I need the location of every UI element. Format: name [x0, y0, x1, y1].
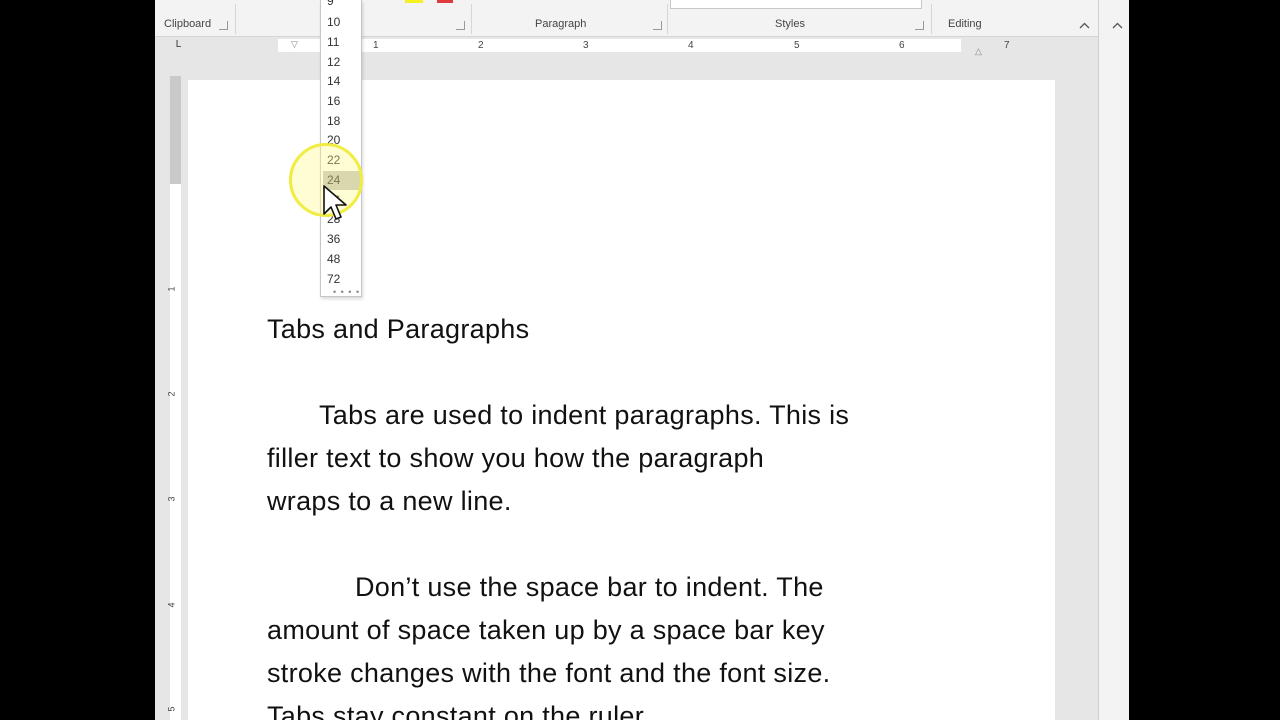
clipboard-launcher-icon[interactable] — [219, 21, 228, 30]
first-line-indent-marker[interactable]: ▽ — [291, 39, 298, 50]
tab-selector-icon[interactable]: L — [173, 39, 184, 50]
paragraph-launcher-icon[interactable] — [653, 21, 662, 30]
mouse-pointer-icon — [323, 185, 347, 220]
window-right-edge — [1098, 0, 1129, 720]
font-size-option[interactable]: 14 — [323, 72, 361, 91]
font-launcher-icon[interactable] — [456, 21, 465, 30]
vertical-ruler-number: 3 — [166, 496, 177, 502]
ribbon: Clipboard Paragraph Styles Editing — [155, 0, 1098, 37]
font-color-swatch[interactable] — [437, 0, 453, 3]
font-size-option[interactable]: 36 — [323, 230, 361, 249]
ruler-number: 2 — [478, 40, 484, 51]
ruler-number: 1 — [373, 40, 379, 51]
dropdown-resize-grip[interactable]: • • • • — [333, 287, 360, 297]
group-separator — [235, 4, 236, 34]
styles-gallery[interactable] — [670, 0, 922, 9]
paragraph-1-line-3[interactable]: wraps to a new line. — [267, 480, 512, 523]
text-highlight-color-swatch[interactable] — [405, 0, 423, 3]
collapse-ribbon-icon[interactable] — [1079, 18, 1090, 32]
vertical-ruler-number: 2 — [166, 391, 177, 397]
ruler-number: 4 — [688, 40, 694, 51]
font-size-option[interactable]: 10 — [323, 13, 361, 32]
horizontal-ruler[interactable]: L ▽ △ 1 2 3 4 5 6 7 — [173, 37, 1053, 56]
clipboard-group-label: Clipboard — [164, 18, 212, 30]
right-indent-marker[interactable]: △ — [975, 46, 982, 57]
group-separator — [471, 4, 472, 34]
styles-group-label: Styles — [775, 18, 805, 30]
font-size-option[interactable]: 48 — [323, 250, 361, 269]
ruler-number: 3 — [583, 40, 589, 51]
paragraph-2-line-4[interactable]: Tabs stay constant on the ruler. — [267, 695, 650, 720]
document-heading[interactable]: Tabs and Paragraphs — [267, 314, 529, 345]
ruler-number: 6 — [899, 40, 905, 51]
ruler-number: 5 — [794, 40, 800, 51]
paragraph-1-line-1[interactable]: Tabs are used to indent paragraphs. This… — [267, 394, 849, 437]
group-separator — [931, 4, 932, 34]
ruler-text-area — [278, 39, 961, 52]
paragraph-text: Don’t use the space bar to indent. The — [355, 572, 824, 602]
vertical-ruler-margin — [170, 76, 181, 184]
ruler-number: 7 — [1004, 40, 1010, 51]
vertical-ruler-number: 1 — [166, 286, 177, 292]
vertical-ruler[interactable]: 1 2 3 4 5 — [167, 76, 184, 720]
font-size-option[interactable]: 16 — [323, 92, 361, 111]
paragraph-2-line-2[interactable]: amount of space taken up by a space bar … — [267, 609, 825, 652]
font-size-option[interactable]: 12 — [323, 53, 361, 72]
ribbon-scroll-up-icon[interactable] — [1112, 20, 1123, 32]
font-size-option[interactable]: 18 — [323, 112, 361, 131]
font-size-option[interactable]: 11 — [323, 33, 361, 52]
vertical-ruler-number: 5 — [166, 706, 177, 712]
styles-launcher-icon[interactable] — [915, 21, 924, 30]
paragraph-1-line-2[interactable]: filler text to show you how the paragrap… — [267, 437, 764, 480]
vertical-ruler-number: 4 — [166, 602, 177, 608]
paragraph-text: Tabs are used to indent paragraphs. This… — [319, 400, 850, 430]
paragraph-2-line-1[interactable]: Don’t use the space bar to indent. The — [267, 566, 824, 609]
group-separator — [667, 4, 668, 34]
font-size-option[interactable]: 9 — [323, 0, 361, 11]
word-window: Clipboard Paragraph Styles Editing L ▽ △… — [155, 0, 1128, 720]
ruler-body: ▽ △ 1 2 3 4 5 6 7 — [185, 39, 1053, 56]
paragraph-group-label: Paragraph — [535, 18, 587, 30]
paragraph-2-line-3[interactable]: stroke changes with the font and the fon… — [267, 652, 830, 695]
editing-group-label: Editing — [948, 18, 982, 30]
